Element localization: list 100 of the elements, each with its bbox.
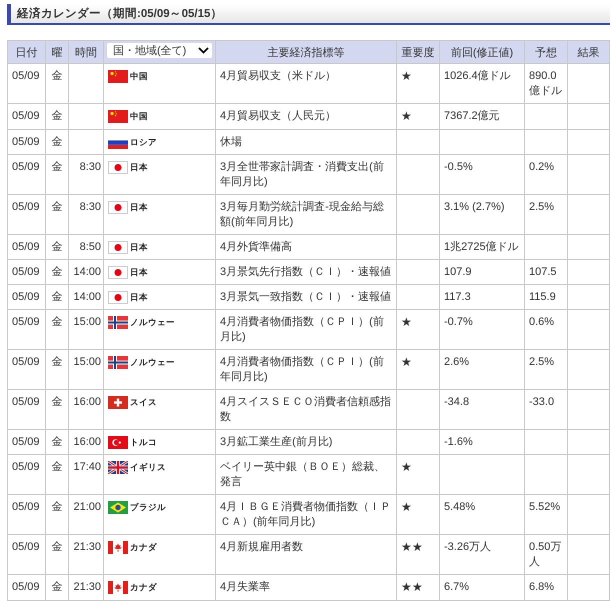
- flag-icon: [108, 581, 128, 594]
- time-cell: 8:30: [80, 161, 101, 173]
- indicator-cell: 4月外貨準備高: [220, 241, 292, 253]
- date-cell: 05/09: [12, 136, 40, 148]
- forecast-value: 0.50万人: [529, 541, 562, 568]
- previous-value: -0.5%: [444, 161, 473, 173]
- previous-value: 107.9: [444, 266, 472, 278]
- column-header: 曜: [46, 40, 68, 64]
- indicator-cell: 3月景気先行指数（ＣＩ）・速報値: [220, 266, 392, 278]
- flag-icon: [108, 201, 128, 214]
- country-name: イギリス: [130, 461, 166, 474]
- country-name: 日本: [130, 161, 148, 174]
- flag-icon: [108, 316, 128, 329]
- flag-icon: [108, 436, 128, 449]
- date-cell: 05/09: [12, 110, 40, 122]
- time-cell: 21:30: [73, 541, 101, 553]
- column-header: 前回(修正値): [440, 40, 524, 64]
- previous-value: -3.26万人: [444, 541, 492, 553]
- section-title: 経済カレンダー（期間:05/09～05/15）: [17, 6, 222, 21]
- column-header: 結果: [568, 40, 610, 64]
- country-name: ノルウェー: [130, 356, 175, 369]
- indicator-cell: 4月新規雇用者数: [220, 541, 304, 553]
- time-cell: 21:00: [73, 501, 101, 513]
- date-cell: 05/09: [12, 201, 40, 213]
- country-name: スイス: [130, 396, 157, 409]
- forecast-value: 0.6%: [529, 316, 554, 328]
- weekday-cell: 金: [52, 110, 62, 122]
- country-name: トルコ: [130, 436, 157, 449]
- country-name: 日本: [130, 201, 148, 214]
- previous-value: 1026.4億ドル: [444, 70, 511, 82]
- date-cell: 05/09: [12, 541, 40, 553]
- previous-value: 6.7%: [444, 581, 470, 593]
- indicator-cell: 4月貿易収支（米ドル）: [220, 70, 336, 82]
- forecast-value: -33.0: [529, 396, 554, 408]
- date-cell: 05/09: [12, 266, 40, 278]
- time-cell: 21:30: [73, 581, 101, 593]
- time-cell: 14:00: [73, 291, 101, 303]
- date-cell: 05/09: [12, 356, 40, 368]
- forecast-value: 6.8%: [529, 581, 554, 593]
- importance-stars: ★: [401, 69, 412, 83]
- previous-value: 5.48%: [444, 501, 476, 513]
- time-cell: 15:00: [73, 356, 101, 368]
- flag-icon: [108, 501, 128, 514]
- weekday-cell: 金: [52, 581, 62, 593]
- weekday-cell: 金: [52, 541, 62, 553]
- flag-icon: [108, 241, 128, 254]
- forecast-value: 890.0億ドル: [529, 70, 562, 97]
- indicator-cell: ベイリー英中銀（ＢＯＥ）総裁、発言: [220, 461, 385, 488]
- column-header: 重要度: [396, 40, 440, 64]
- previous-value: 117.3: [444, 291, 471, 303]
- date-cell: 05/09: [12, 396, 40, 408]
- time-cell: 8:30: [80, 201, 101, 213]
- weekday-cell: 金: [52, 501, 62, 513]
- indicator-cell: 4月消費者物価指数（ＣＰＩ）(前年同月比): [220, 356, 384, 383]
- indicator-cell: 4月失業率: [220, 581, 270, 593]
- column-header: 予想: [524, 40, 568, 64]
- date-cell: 05/09: [12, 161, 40, 173]
- date-cell: 05/09: [12, 241, 40, 253]
- flag-icon: [108, 356, 128, 369]
- previous-value: 1兆2725億ドル: [444, 241, 519, 253]
- previous-value: -34.8: [444, 396, 470, 408]
- country-name: 日本: [130, 266, 148, 279]
- country-name: 日本: [130, 241, 148, 254]
- time-cell: 17:40: [73, 461, 101, 473]
- region-dropdown[interactable]: 国・地域(全て): [107, 43, 212, 58]
- previous-value: 2.6%: [444, 356, 470, 368]
- column-header: 時間: [68, 40, 104, 64]
- forecast-value: 5.52%: [529, 501, 560, 513]
- country-name: ノルウェー: [130, 316, 175, 329]
- weekday-cell: 金: [52, 161, 62, 173]
- date-cell: 05/09: [12, 70, 40, 82]
- importance-stars: ★: [401, 460, 412, 474]
- indicator-cell: 3月毎月勤労統計調査-現金給与総額(前年同月比): [220, 201, 384, 228]
- weekday-cell: 金: [52, 396, 62, 408]
- flag-icon: [108, 266, 128, 279]
- weekday-cell: 金: [52, 201, 62, 213]
- indicator-cell: 休場: [220, 136, 242, 148]
- importance-stars: ★: [401, 109, 412, 123]
- weekday-cell: 金: [52, 436, 62, 448]
- importance-stars: ★★: [401, 580, 423, 594]
- weekday-cell: 金: [52, 241, 62, 253]
- time-cell: 16:00: [73, 436, 101, 448]
- country-name: 日本: [130, 291, 148, 304]
- flag-icon: [108, 70, 128, 83]
- weekday-cell: 金: [52, 136, 62, 148]
- country-name: 中国: [130, 110, 148, 123]
- previous-value: -0.7%: [444, 316, 473, 328]
- weekday-cell: 金: [52, 291, 62, 303]
- column-header: 主要経済指標等: [216, 40, 396, 64]
- column-header: 日付: [8, 40, 46, 64]
- previous-value: 3.1% (2.7%): [444, 201, 505, 213]
- date-cell: 05/09: [12, 316, 40, 328]
- indicator-cell: 4月貿易収支（人民元）: [220, 110, 336, 122]
- country-name: ロシア: [130, 136, 157, 149]
- indicator-cell: 4月ＩＢＧＥ消費者物価指数（ＩＰＣＡ）(前年同月比): [220, 501, 392, 528]
- weekday-cell: 金: [52, 461, 62, 473]
- forecast-value: 115.9: [529, 291, 556, 303]
- flag-icon: [108, 291, 128, 304]
- flag-icon: [108, 161, 128, 174]
- importance-stars: ★: [401, 315, 412, 329]
